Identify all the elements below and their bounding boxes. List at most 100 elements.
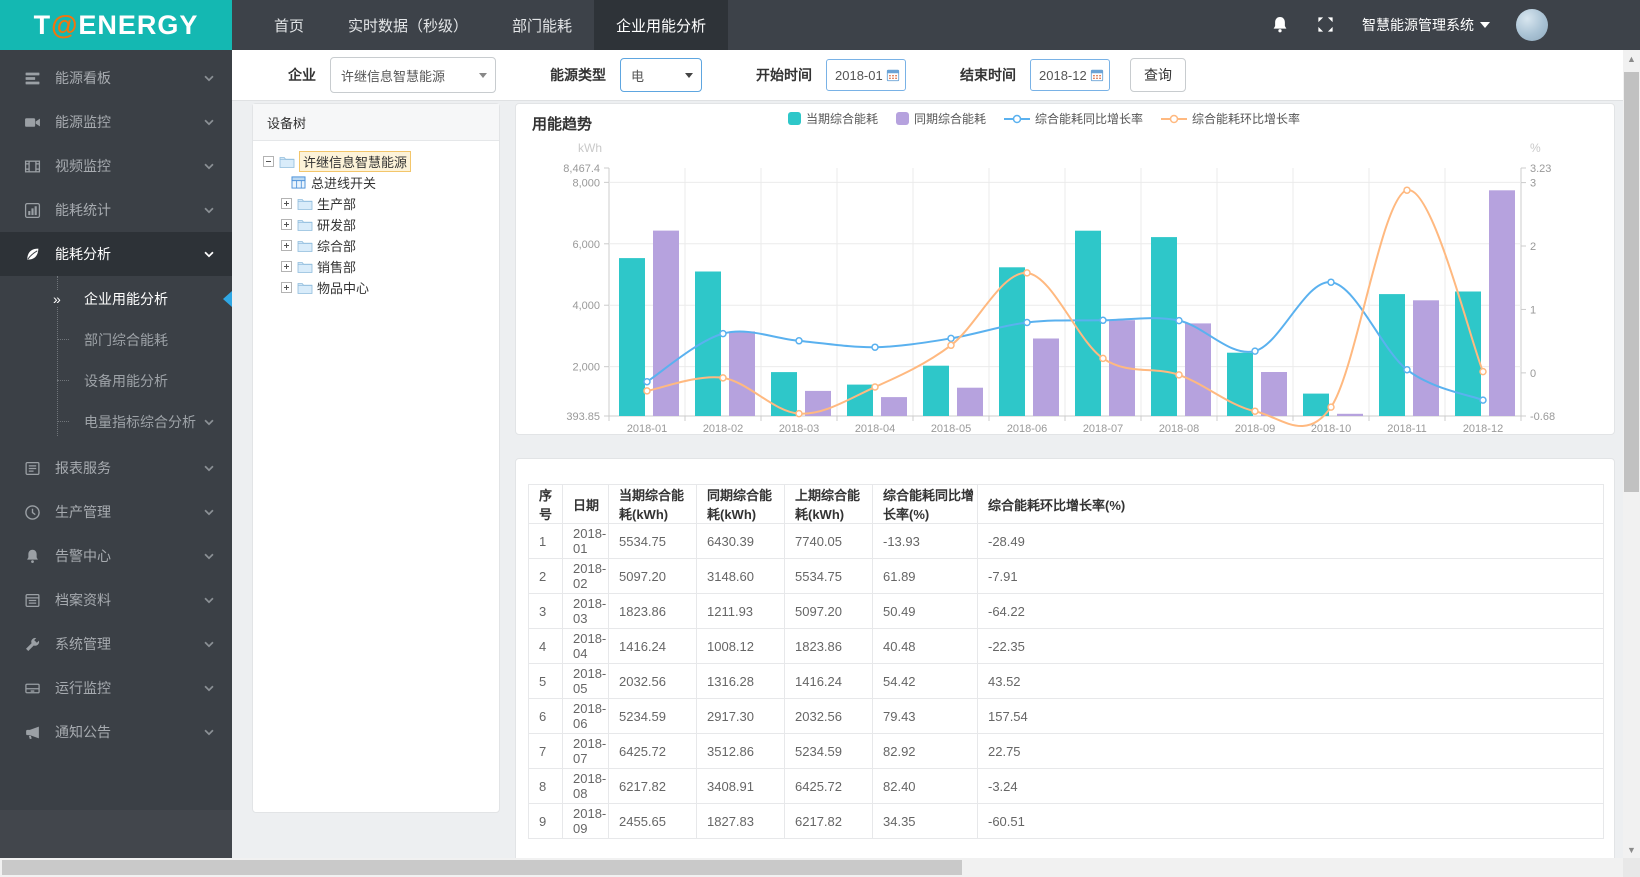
- table-cell: 8: [528, 768, 563, 804]
- table-cell: 54.42: [872, 663, 978, 699]
- sidebar-item[interactable]: 视频监控: [0, 144, 232, 188]
- nav-tab[interactable]: 部门能耗: [490, 0, 594, 50]
- expand-box-icon[interactable]: [281, 198, 292, 209]
- calendar-icon[interactable]: [886, 68, 900, 82]
- notification-bell-icon[interactable]: [1270, 15, 1290, 35]
- horizontal-scrollbar[interactable]: [0, 858, 1623, 877]
- fullscreen-icon[interactable]: [1316, 15, 1336, 35]
- sidebar-subitem[interactable]: 部门综合能耗: [0, 319, 232, 360]
- chevron-down-icon: [202, 71, 216, 85]
- nav-tab[interactable]: 实时数据（秒级）: [326, 0, 490, 50]
- sidebar-item[interactable]: 档案资料: [0, 578, 232, 622]
- svg-text:1: 1: [1530, 304, 1536, 316]
- legend-item[interactable]: 综合能耗环比增长率: [1161, 110, 1300, 127]
- scroll-down-icon[interactable]: ▼: [1623, 841, 1640, 858]
- chart-header: 用能趋势 当期综合能耗 同期综合能耗 综合能耗同比增长率 综合能耗环比增长率: [516, 104, 1614, 134]
- chevron-down-icon: [202, 461, 216, 475]
- nav-tab[interactable]: 首页: [252, 0, 326, 50]
- tree-folder-label[interactable]: 研发部: [317, 215, 356, 234]
- chart-bar: [923, 365, 949, 416]
- expand-box-icon[interactable]: [281, 282, 292, 293]
- table-row[interactable]: 6 2018-06 5234.59 2917.30 2032.56 79.43 157.54: [528, 698, 1604, 734]
- user-avatar[interactable]: [1516, 9, 1548, 41]
- sidebar-item-label: 能源监控: [55, 114, 111, 130]
- table-row[interactable]: 1 2018-01 5534.75 6430.39 7740.05 -13.93 -28.4…: [528, 523, 1604, 559]
- svg-text:2018-04: 2018-04: [855, 423, 895, 434]
- table-row[interactable]: 4 2018-04 1416.24 1008.12 1823.86 40.48 -22.35: [528, 628, 1604, 664]
- vertical-scrollbar-thumb[interactable]: [1624, 72, 1639, 492]
- enterprise-select[interactable]: 许继信息智慧能源: [330, 57, 496, 93]
- collapse-box-icon[interactable]: [263, 156, 274, 167]
- chart-bar: [1261, 372, 1287, 416]
- sidebar-subitem[interactable]: » 企业用能分析: [0, 278, 232, 319]
- tree-folder-label[interactable]: 生产部: [317, 194, 356, 213]
- sidebar-item[interactable]: 能源监控: [0, 100, 232, 144]
- tree-node-folder[interactable]: 综合部: [281, 235, 493, 256]
- chart-point: [1403, 186, 1411, 194]
- table-row[interactable]: 9 2018-09 2455.65 1827.83 6217.82 34.35 -60.51: [528, 803, 1604, 839]
- calendar-icon[interactable]: [1090, 68, 1104, 82]
- sidebar-item[interactable]: 能耗分析: [0, 232, 232, 276]
- sidebar-subitem[interactable]: 设备用能分析: [0, 360, 232, 401]
- horizontal-scrollbar-thumb[interactable]: [2, 860, 962, 875]
- table-cell: 2018-01: [562, 523, 609, 559]
- sidebar-subitem[interactable]: 电量指标综合分析: [0, 401, 232, 442]
- expand-box-icon[interactable]: [281, 240, 292, 251]
- table-row[interactable]: 5 2018-05 2032.56 1316.28 1416.24 54.42 43.52: [528, 663, 1604, 699]
- system-name-menu[interactable]: 智慧能源管理系统: [1362, 15, 1490, 35]
- sidebar-item[interactable]: 能耗统计: [0, 188, 232, 232]
- sidebar-item[interactable]: 通知公告: [0, 710, 232, 754]
- start-time-input[interactable]: 2018-01: [826, 59, 906, 91]
- legend-label: 综合能耗同比增长率: [1035, 112, 1144, 126]
- bar-chart-icon: [24, 202, 41, 219]
- legend-item[interactable]: 综合能耗同比增长率: [1004, 110, 1143, 127]
- table-cell: 2917.30: [696, 698, 785, 734]
- table-row[interactable]: 3 2018-03 1823.86 1211.93 5097.20 50.49 -64.22: [528, 593, 1604, 629]
- sidebar-item-label: 通知公告: [55, 724, 111, 740]
- tree-folder-label[interactable]: 综合部: [317, 236, 356, 255]
- tree-node-folder[interactable]: 生产部: [281, 193, 493, 214]
- tree-node-folder[interactable]: 销售部: [281, 256, 493, 277]
- logo-text: T@ENERGY: [33, 9, 199, 40]
- expand-box-icon[interactable]: [281, 261, 292, 272]
- table-row[interactable]: 2 2018-02 5097.20 3148.60 5534.75 61.89 -7.91: [528, 558, 1604, 594]
- tree-node-folder[interactable]: 物品中心: [281, 277, 493, 298]
- chart-bar: [1033, 338, 1059, 416]
- legend-item[interactable]: 同期综合能耗: [896, 110, 986, 127]
- query-button[interactable]: 查询: [1130, 58, 1186, 92]
- main-content: 设备树 许继信息智慧能源 总进线开关 生产部 研发部 综合部 销售部 物品中心 …: [232, 101, 1623, 858]
- table-row[interactable]: 8 2018-08 6217.82 3408.91 6425.72 82.40 -3.24: [528, 768, 1604, 804]
- sidebar-item[interactable]: 运行监控: [0, 666, 232, 710]
- chart-point: [1251, 347, 1259, 355]
- tree-device-label[interactable]: 总进线开关: [311, 173, 376, 192]
- tree-node-folder[interactable]: 研发部: [281, 214, 493, 235]
- energy-type-select[interactable]: 电: [620, 58, 702, 92]
- chart-point: [1099, 354, 1107, 363]
- vertical-scrollbar[interactable]: ▲ ▼: [1623, 50, 1640, 858]
- sidebar-item[interactable]: 报表服务: [0, 446, 232, 490]
- legend-item[interactable]: 当期综合能耗: [788, 110, 878, 127]
- table-cell: 40.48: [872, 628, 978, 664]
- table-row[interactable]: 7 2018-07 6425.72 3512.86 5234.59 82.92 22.75: [528, 733, 1604, 769]
- tree-folder-label[interactable]: 物品中心: [317, 278, 369, 297]
- end-time-input[interactable]: 2018-12: [1030, 59, 1110, 91]
- sidebar-item[interactable]: 告警中心: [0, 534, 232, 578]
- sidebar-item[interactable]: 系统管理: [0, 622, 232, 666]
- chart-point: [1327, 403, 1335, 411]
- nav-tab[interactable]: 企业用能分析: [594, 0, 729, 50]
- top-navbar: 首页 实时数据（秒级） 部门能耗 企业用能分析 智慧能源管理系统: [232, 0, 1640, 50]
- tree-root-label[interactable]: 许继信息智慧能源: [299, 151, 412, 172]
- brand-logo: T@ENERGY: [0, 0, 232, 50]
- legend-swatch: [896, 112, 910, 125]
- table-cell: 1827.83: [696, 803, 785, 839]
- sidebar-item[interactable]: 能源看板: [0, 56, 232, 100]
- scroll-up-icon[interactable]: ▲: [1623, 50, 1640, 67]
- chart-point: [1175, 316, 1183, 325]
- select-caret-icon: [479, 73, 487, 78]
- tree-node-device[interactable]: 总进线开关: [291, 172, 493, 193]
- expand-box-icon[interactable]: [281, 219, 292, 230]
- sidebar-item-label: 告警中心: [55, 548, 111, 564]
- tree-node-root[interactable]: 许继信息智慧能源: [263, 151, 493, 172]
- tree-folder-label[interactable]: 销售部: [317, 257, 356, 276]
- sidebar-item[interactable]: 生产管理: [0, 490, 232, 534]
